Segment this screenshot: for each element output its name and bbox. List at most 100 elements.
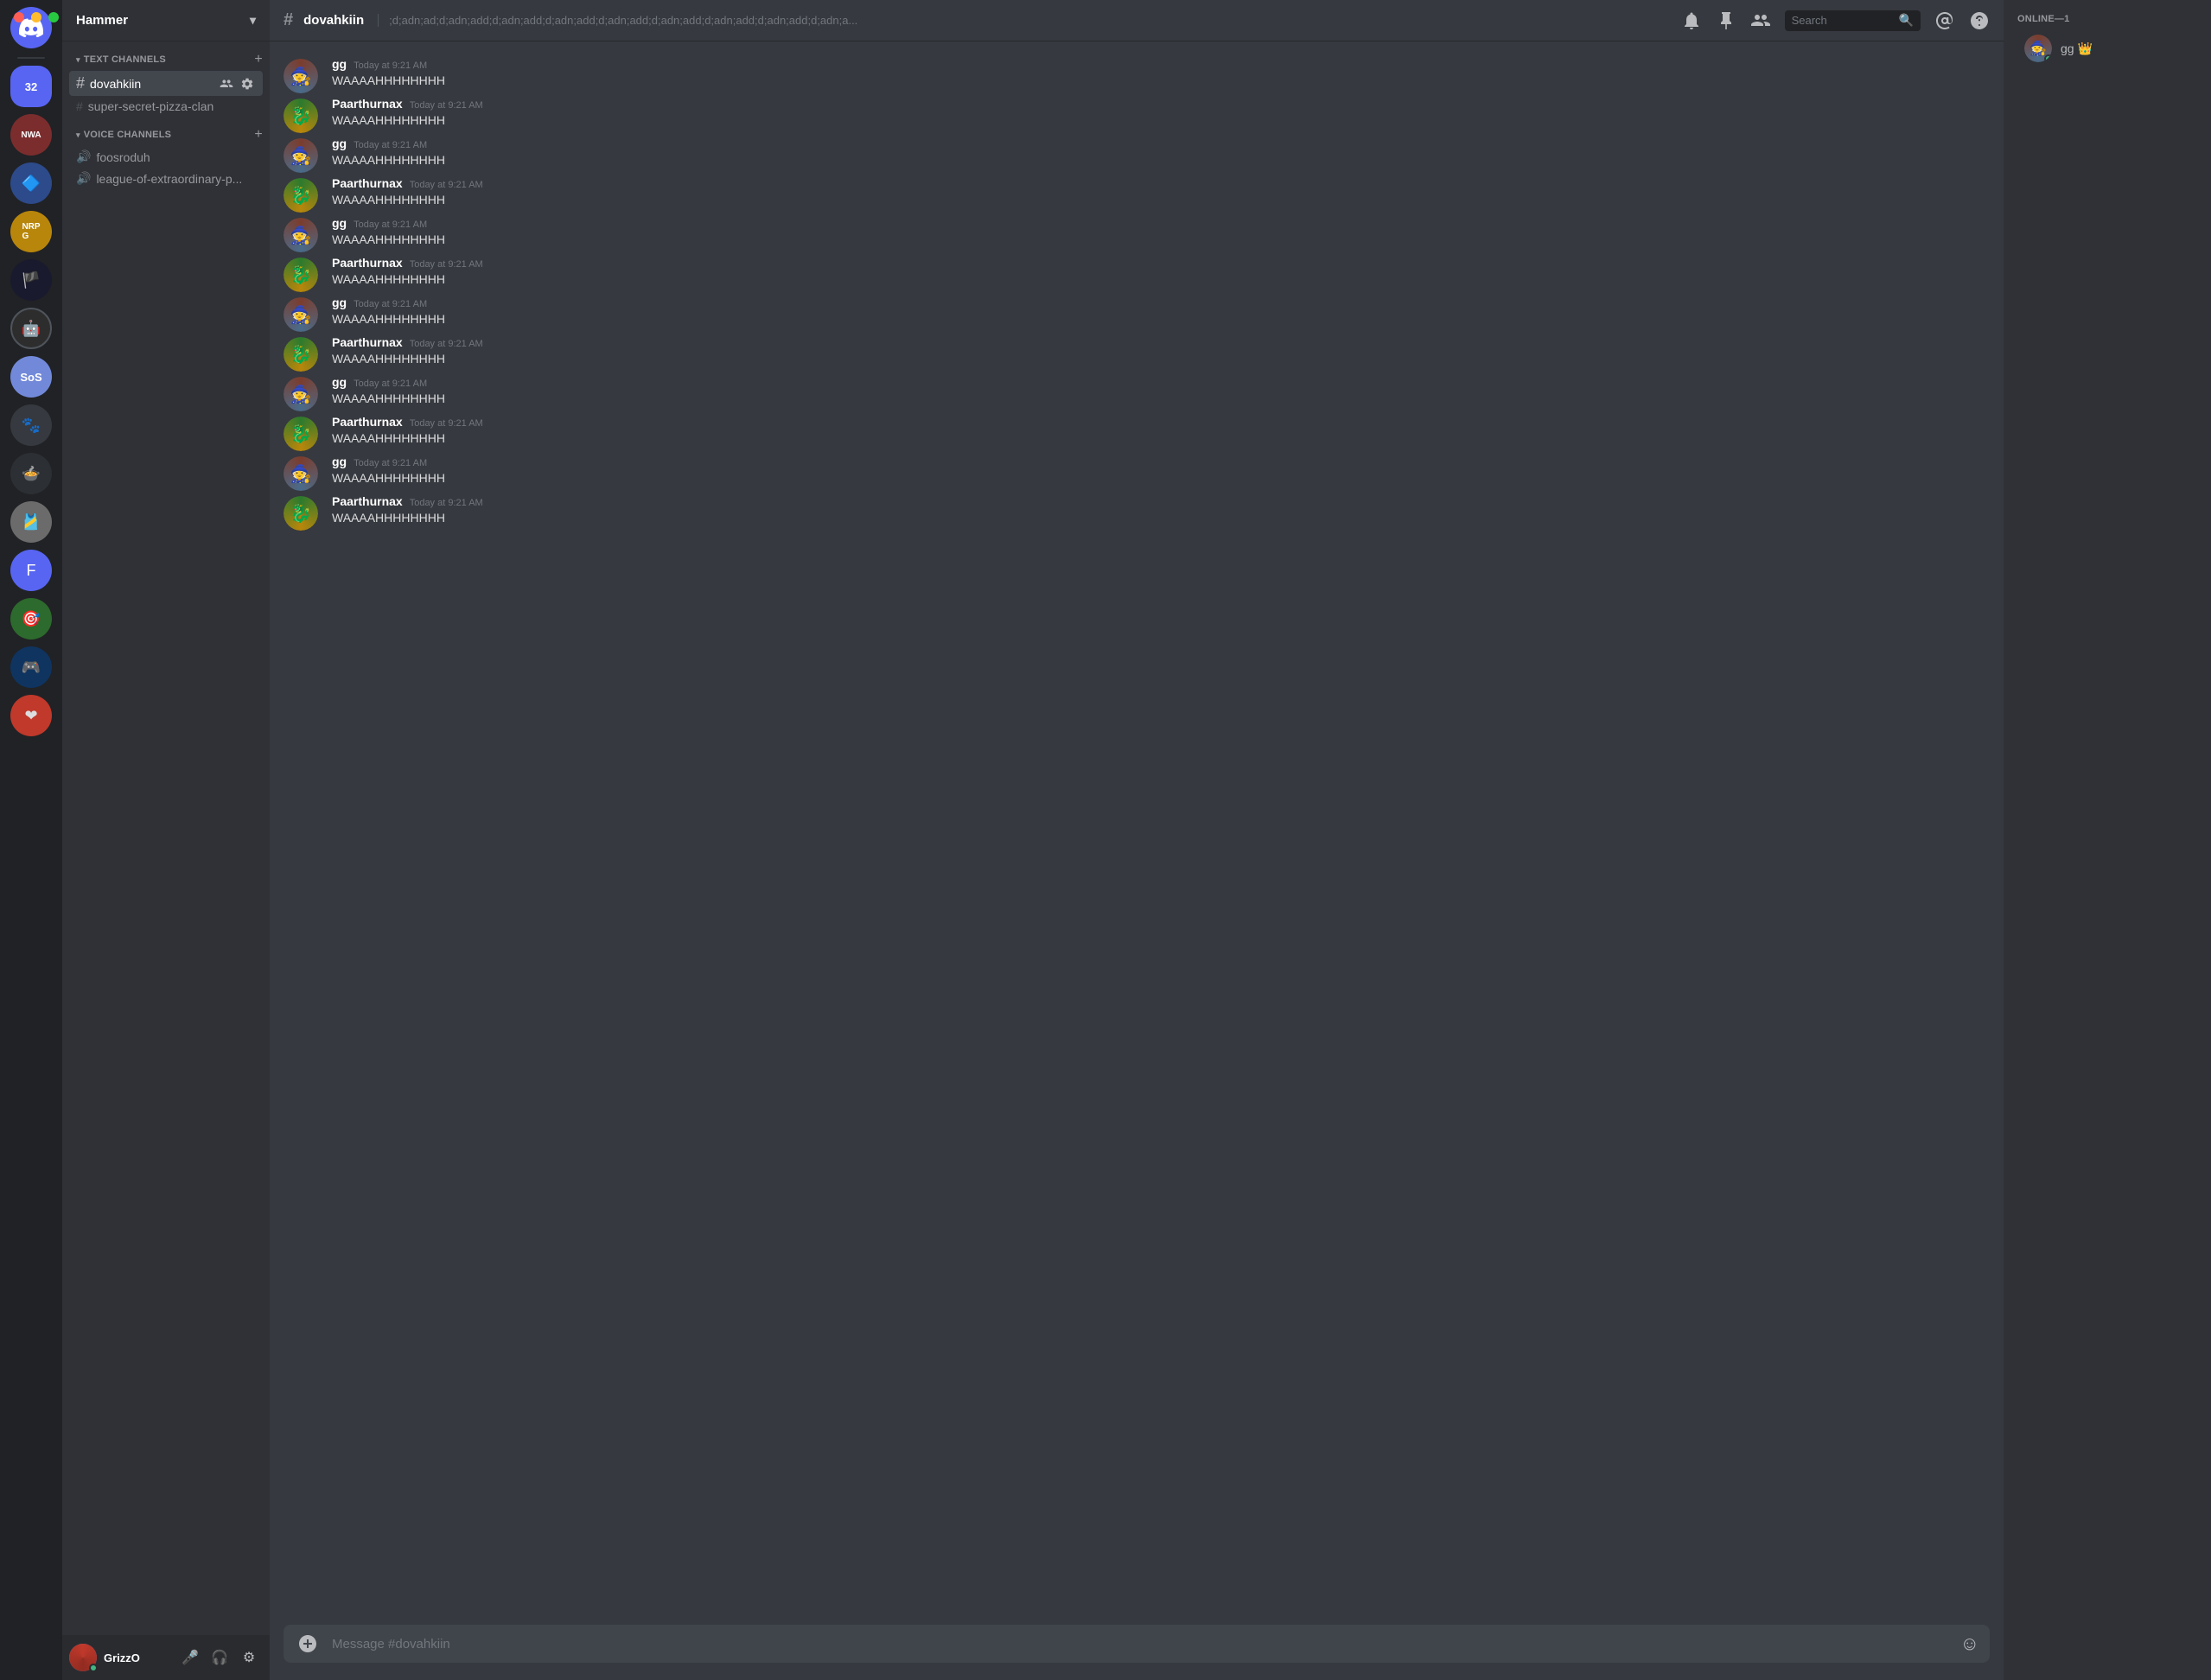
channel-header-name: dovahkiin [303, 13, 364, 28]
pin-icon[interactable] [1716, 10, 1736, 31]
voice-collapse-icon: ▾ [76, 130, 80, 140]
message-text-1: WAAAAHHHHHHHH [332, 73, 1990, 89]
settings-icon[interactable] [239, 75, 256, 92]
invite-icon[interactable] [218, 75, 235, 92]
server-icon-8[interactable]: 🐾 [10, 404, 52, 446]
text-channels-label: TEXT CHANNELS [84, 54, 166, 65]
server-icon-9[interactable]: 🍲 [10, 453, 52, 494]
message-text-4: WAAAAHHHHHHHH [332, 192, 1990, 208]
emoji-button[interactable]: ☺ [1960, 1632, 1979, 1655]
server-icon-7[interactable]: SoS [10, 356, 52, 398]
message-input-wrapper: ☺ [284, 1625, 1990, 1663]
members-sidebar: ONLINE—1 🧙 gg👑 [2004, 0, 2211, 1680]
message-timestamp-11: Today at 9:21 AM [354, 458, 427, 468]
search-input[interactable] [1792, 14, 1896, 27]
user-info: GrizzO [104, 1651, 169, 1664]
server-icon-13[interactable]: 🎮 [10, 646, 52, 688]
search-bar[interactable]: 🔍 [1785, 10, 1921, 31]
message-group-12: 🐉 Paarthurnax Today at 9:21 AM WAAAAHHHH… [270, 493, 2004, 532]
hash-icon: # [76, 74, 85, 92]
message-text-7: WAAAAHHHHHHHH [332, 311, 1990, 328]
channel-item-pizza[interactable]: # super-secret-pizza-clan [69, 96, 263, 117]
member-item-gg[interactable]: 🧙 gg👑 [2010, 31, 2204, 66]
avatar-paarthurnax-4: 🐉 [284, 178, 318, 213]
message-input-area: ☺ [270, 1625, 2004, 1680]
message-text-10: WAAAAHHHHHHHH [332, 430, 1990, 447]
channel-sidebar: Hammer ▾ ▾ TEXT CHANNELS + # dovahkiin [62, 0, 270, 1680]
text-channels-section[interactable]: ▾ TEXT CHANNELS + [62, 48, 270, 71]
message-input[interactable] [332, 1625, 1950, 1663]
channel-item-dovahkiin[interactable]: # dovahkiin [69, 71, 263, 96]
close-button[interactable] [14, 12, 24, 22]
user-avatar[interactable] [69, 1644, 97, 1671]
message-username-9[interactable]: gg [332, 375, 347, 389]
message-group-8: 🐉 Paarthurnax Today at 9:21 AM WAAAAHHHH… [270, 334, 2004, 373]
server-icon-3[interactable]: 🔷 [10, 162, 52, 204]
server-icon-6[interactable]: 🤖 [10, 308, 52, 349]
message-group-3: 🧙 gg Today at 9:21 AM WAAAAHHHHHHHH [270, 135, 2004, 175]
maximize-button[interactable] [48, 12, 59, 22]
channel-name-pizza: super-secret-pizza-clan [88, 99, 256, 113]
avatar-gg-1: 🧙 [284, 59, 318, 93]
message-content-1: gg Today at 9:21 AM WAAAAHHHHHHHH [332, 57, 1990, 93]
message-content-3: gg Today at 9:21 AM WAAAAHHHHHHHH [332, 137, 1990, 173]
message-group-2: 🐉 Paarthurnax Today at 9:21 AM WAAAAHHHH… [270, 95, 2004, 135]
message-timestamp-5: Today at 9:21 AM [354, 220, 427, 230]
message-username-1[interactable]: gg [332, 57, 347, 71]
add-attachment-button[interactable] [294, 1625, 322, 1663]
server-icon-4[interactable]: NRPG [10, 211, 52, 252]
channel-actions [218, 75, 256, 92]
channel-header-topic: ;d;adn;ad;d;adn;add;d;adn;add;d;adn;add;… [378, 14, 1670, 27]
server-icon-2[interactable]: NWA [10, 114, 52, 156]
message-username-7[interactable]: gg [332, 296, 347, 309]
message-text-11: WAAAAHHHHHHHH [332, 470, 1990, 487]
channel-item-league[interactable]: 🔊 league-of-extraordinary-p... [69, 168, 263, 189]
minimize-button[interactable] [31, 12, 41, 22]
message-timestamp-8: Today at 9:21 AM [410, 339, 483, 349]
avatar-paarthurnax-6: 🐉 [284, 258, 318, 292]
channel-header-hash: # [284, 10, 293, 30]
message-group-1: 🧙 gg Today at 9:21 AM WAAAAHHHHHHHH [270, 55, 2004, 95]
message-content-12: Paarthurnax Today at 9:21 AM WAAAAHHHHHH… [332, 494, 1990, 531]
messages-area: 🧙 gg Today at 9:21 AM WAAAAHHHHHHHH 🐉 Pa… [270, 41, 2004, 1625]
add-voice-channel-icon[interactable]: + [254, 127, 263, 143]
message-username-4[interactable]: Paarthurnax [332, 176, 403, 190]
server-header[interactable]: Hammer ▾ [62, 0, 270, 41]
message-timestamp-9: Today at 9:21 AM [354, 379, 427, 389]
avatar-paarthurnax-12: 🐉 [284, 496, 318, 531]
channel-item-foosroduh[interactable]: 🔊 foosroduh [69, 146, 263, 168]
server-icon-11[interactable]: F [10, 550, 52, 591]
message-username-3[interactable]: gg [332, 137, 347, 150]
server-icon-5[interactable]: 🏴 [10, 259, 52, 301]
notifications-icon[interactable] [1681, 10, 1702, 31]
voice-channels-section[interactable]: ▾ VOICE CHANNELS + [62, 124, 270, 146]
avatar-gg-11: 🧙 [284, 456, 318, 491]
message-username-2[interactable]: Paarthurnax [332, 97, 403, 111]
channel-header: # dovahkiin ;d;adn;ad;d;adn;add;d;adn;ad… [270, 0, 2004, 41]
server-icon-12[interactable]: 🎯 [10, 598, 52, 640]
message-text-5: WAAAAHHHHHHHH [332, 232, 1990, 248]
message-username-8[interactable]: Paarthurnax [332, 335, 403, 349]
message-username-10[interactable]: Paarthurnax [332, 415, 403, 429]
message-username-6[interactable]: Paarthurnax [332, 256, 403, 270]
server-icon-1[interactable]: 32 [10, 66, 52, 107]
server-icon-10[interactable]: 🎽 [10, 501, 52, 543]
member-avatar-gg: 🧙 [2024, 35, 2052, 62]
headset-button[interactable]: 🎧 [206, 1644, 233, 1671]
members-icon[interactable] [1750, 10, 1771, 31]
help-icon[interactable] [1969, 10, 1990, 31]
server-icon-14[interactable]: ❤ [10, 695, 52, 736]
message-content-7: gg Today at 9:21 AM WAAAAHHHHHHHH [332, 296, 1990, 332]
at-icon[interactable] [1934, 10, 1955, 31]
add-channel-icon[interactable]: + [254, 52, 263, 67]
mic-button[interactable]: 🎤 [176, 1644, 204, 1671]
message-timestamp-7: Today at 9:21 AM [354, 299, 427, 309]
message-text-8: WAAAAHHHHHHHH [332, 351, 1990, 367]
server-name: Hammer [76, 13, 128, 28]
message-username-12[interactable]: Paarthurnax [332, 494, 403, 508]
message-text-9: WAAAAHHHHHHHH [332, 391, 1990, 407]
message-username-11[interactable]: gg [332, 455, 347, 468]
settings-button[interactable]: ⚙ [235, 1644, 263, 1671]
server-separator [17, 57, 45, 59]
message-username-5[interactable]: gg [332, 216, 347, 230]
